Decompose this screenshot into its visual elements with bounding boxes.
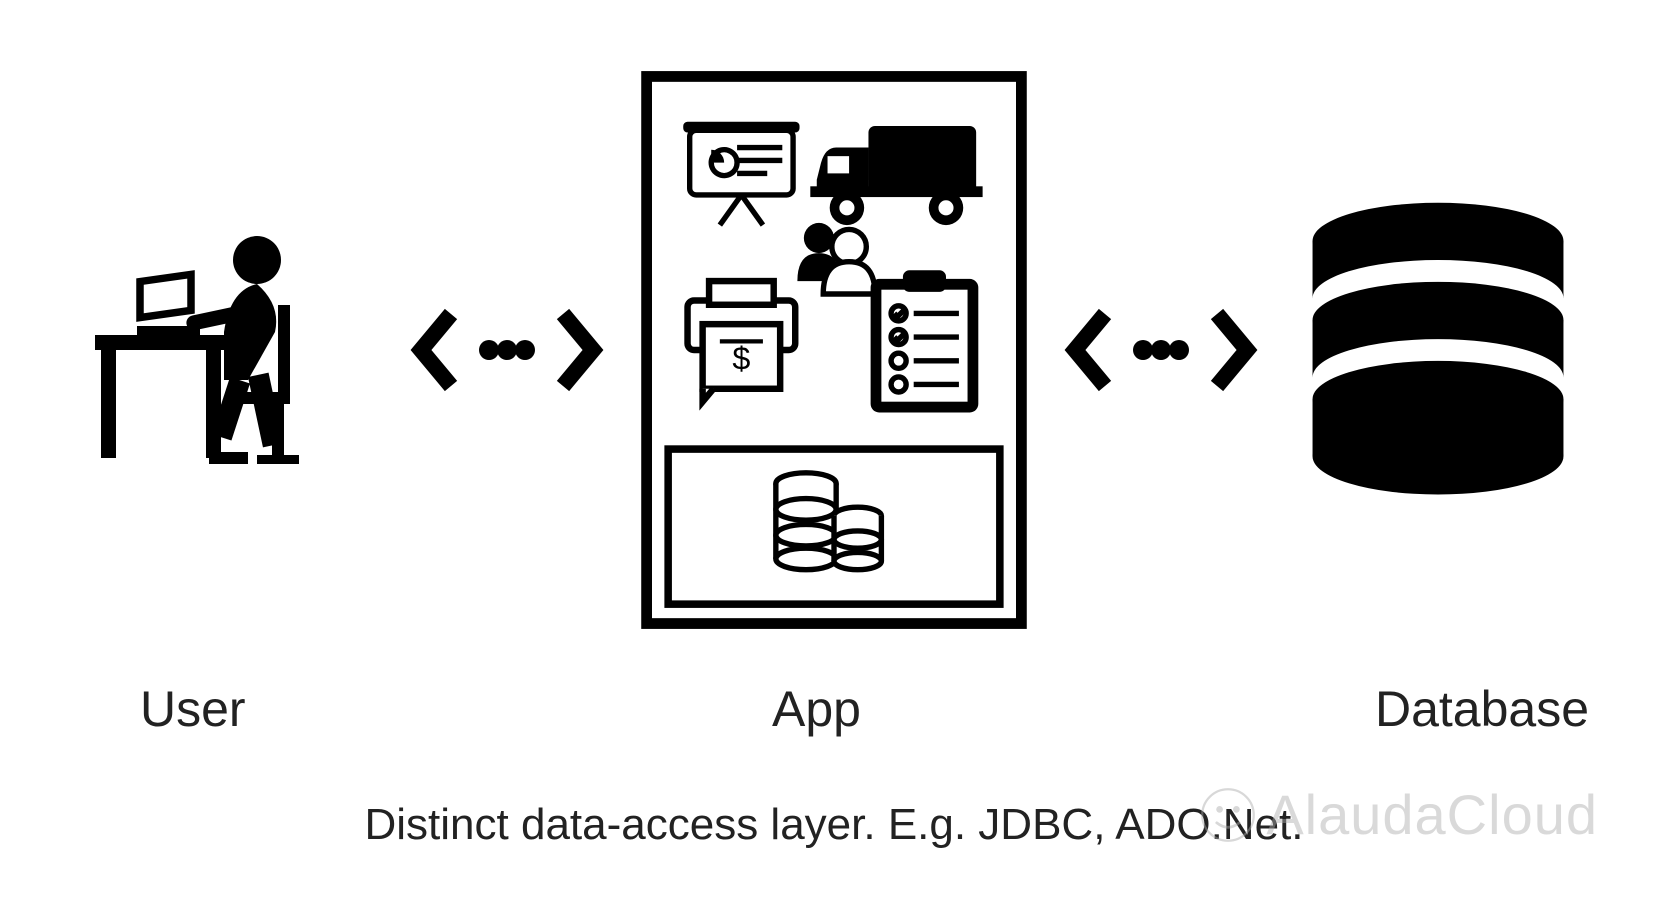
bidirectional-arrow-icon bbox=[407, 290, 607, 410]
caption-text: Distinct data-access layer. E.g. JDBC, A… bbox=[0, 800, 1668, 850]
clipboard-checklist-icon bbox=[871, 270, 979, 412]
app-label: App bbox=[772, 680, 861, 738]
svg-text:$: $ bbox=[732, 340, 750, 376]
database-label: Database bbox=[1375, 680, 1589, 738]
app-box: $ bbox=[634, 70, 1034, 630]
diagram-row: $ bbox=[0, 55, 1668, 645]
database-cylinder-icon bbox=[1288, 190, 1588, 510]
user-label: User bbox=[140, 680, 246, 738]
invoice-dollar-icon: $ bbox=[688, 281, 796, 402]
label-row: User App Database bbox=[0, 680, 1668, 760]
user-icon bbox=[80, 190, 380, 510]
bidirectional-arrow-icon bbox=[1061, 290, 1261, 410]
